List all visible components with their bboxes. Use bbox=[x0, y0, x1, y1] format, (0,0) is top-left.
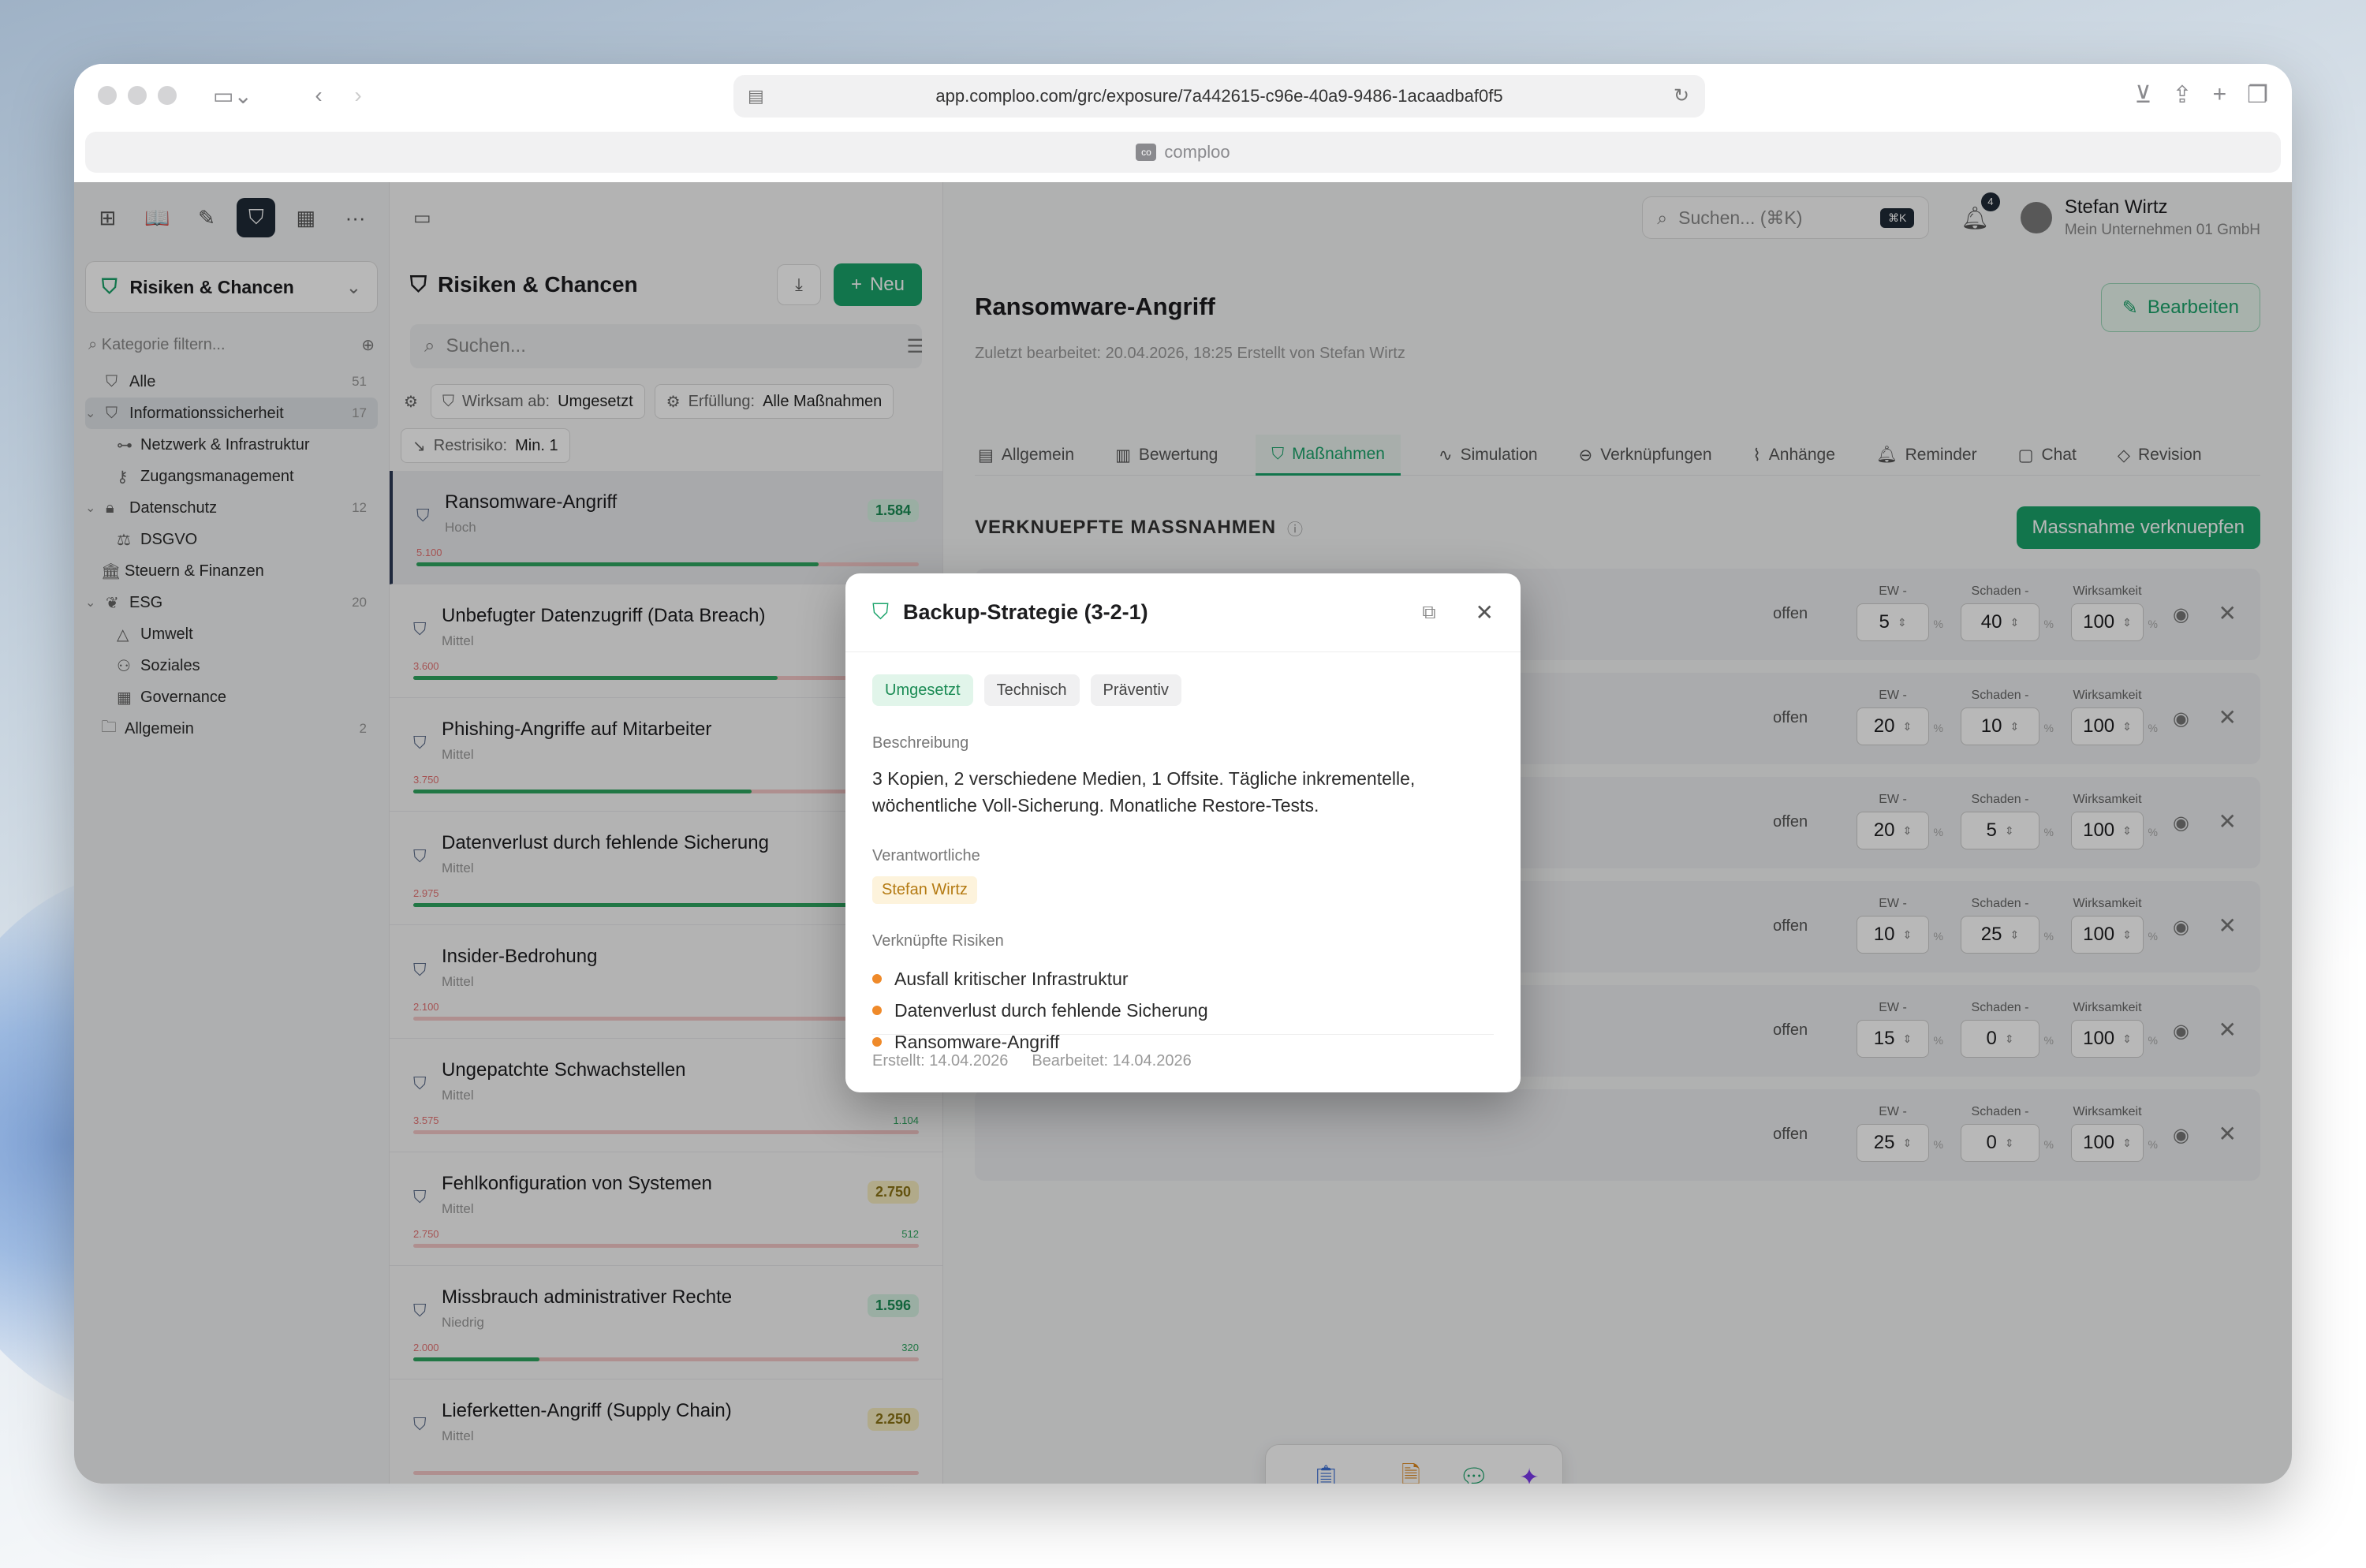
traffic-lights bbox=[98, 86, 177, 105]
reload-icon[interactable]: ↻ bbox=[1674, 84, 1689, 107]
orange-dot-icon bbox=[872, 1006, 882, 1015]
type-badge: Technisch bbox=[983, 674, 1080, 706]
browser-toolbar-right: ⊻ ⇪ + ❐ bbox=[2134, 81, 2268, 109]
description-label: Beschreibung bbox=[872, 734, 969, 752]
linked-risks-label: Verknüpfte Risiken bbox=[872, 932, 1004, 950]
share-icon[interactable]: ⇪ bbox=[2172, 81, 2192, 109]
owner-label: Verantwortliche bbox=[872, 847, 980, 864]
linked-risk-name: Ausfall kritischer Infrastruktur bbox=[894, 968, 1129, 989]
browser-chrome: ▭⌄ ‹ › ▤ app.comploo.com/grc/exposure/7a… bbox=[74, 64, 2292, 182]
list-item[interactable]: Datenverlust durch fehlende Sicherung bbox=[872, 995, 1494, 1026]
close-icon[interactable]: ✕ bbox=[1476, 599, 1494, 625]
page-settings-icon[interactable]: ▤ bbox=[748, 86, 764, 106]
tab-bar[interactable]: co comploo bbox=[85, 132, 2281, 173]
url-bar[interactable]: ▤ app.comploo.com/grc/exposure/7a442615-… bbox=[733, 75, 1705, 118]
popup-footer: Erstellt: 14.04.2026 Bearbeitet: 14.04.2… bbox=[872, 1034, 1494, 1070]
created-date: Erstellt: 14.04.2026 bbox=[872, 1052, 1009, 1070]
back-icon[interactable]: ‹ bbox=[303, 77, 334, 114]
owner-badge[interactable]: Stefan Wirtz bbox=[872, 876, 977, 904]
tabs-overview-icon[interactable]: ❐ bbox=[2247, 81, 2268, 109]
description-text: 3 Kopien, 2 verschiedene Medien, 1 Offsi… bbox=[872, 768, 1416, 816]
new-tab-icon[interactable]: + bbox=[2213, 81, 2227, 109]
tab-title: comploo bbox=[1164, 142, 1230, 162]
zoom-window-button[interactable] bbox=[158, 86, 177, 105]
linked-risk-name: Datenverlust durch fehlende Sicherung bbox=[894, 999, 1208, 1021]
popup-title: Backup-Strategie (3-2-1) bbox=[903, 600, 1148, 624]
popup-tags: Umgesetzt Technisch Präventiv bbox=[872, 674, 1494, 706]
download-icon[interactable]: ⊻ bbox=[2134, 81, 2151, 109]
popup-header: ⛉ Backup-Strategie (3-2-1) ⧉ ✕ bbox=[845, 573, 1521, 652]
list-item[interactable]: Ausfall kritischer Infrastruktur bbox=[872, 963, 1494, 995]
minimize-window-button[interactable] bbox=[128, 86, 147, 105]
forward-icon[interactable]: › bbox=[342, 77, 374, 114]
url-text: app.comploo.com/grc/exposure/7a442615-c9… bbox=[935, 86, 1503, 106]
edited-date: Bearbeitet: 14.04.2026 bbox=[1032, 1052, 1192, 1070]
shield-check-icon: ⛉ bbox=[872, 599, 890, 624]
measure-popup: ⛉ Backup-Strategie (3-2-1) ⧉ ✕ Umgesetzt… bbox=[845, 573, 1521, 1092]
sidebar-toggle-icon[interactable]: ▭⌄ bbox=[205, 77, 260, 114]
popup-body: Umgesetzt Technisch Präventiv Beschreibu… bbox=[845, 652, 1521, 1080]
status-badge: Umgesetzt bbox=[872, 674, 973, 706]
category-badge: Präventiv bbox=[1090, 674, 1181, 706]
close-window-button[interactable] bbox=[98, 86, 117, 105]
external-link-icon[interactable]: ⧉ bbox=[1422, 602, 1435, 624]
tab-favicon: co bbox=[1136, 144, 1157, 161]
orange-dot-icon bbox=[872, 974, 882, 984]
